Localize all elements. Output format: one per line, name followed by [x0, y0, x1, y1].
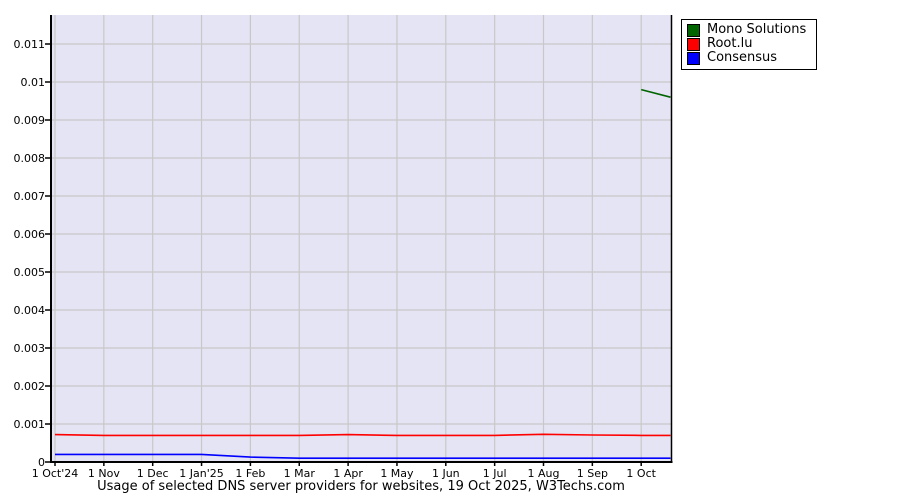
legend-item: Root.lu	[687, 37, 806, 51]
legend-item: Mono Solutions	[687, 23, 806, 37]
y-tick-label: 0.009	[13, 113, 46, 127]
y-tick-label: 0.005	[13, 265, 46, 279]
y-tick-label: 0.003	[13, 341, 46, 355]
y-tick-label: 0.008	[13, 151, 46, 165]
chart-title: Usage of selected DNS server providers f…	[97, 479, 625, 494]
y-tick-label: 0.002	[13, 379, 46, 393]
y-tick-label: 0.001	[13, 417, 46, 431]
legend-swatch-icon	[687, 51, 700, 65]
plot-area	[45, 15, 673, 466]
y-tick-label: 0.006	[13, 227, 46, 241]
y-tick-label: 0.011	[13, 37, 46, 51]
dns-usage-chart: 0 0.001 0.002 0.003 0.004 0.005 0.006 0.007 0.00…	[0, 0, 900, 500]
y-tick-label: 0.007	[13, 189, 46, 203]
y-tick-label: 0.01	[20, 75, 46, 89]
legend-swatch-icon	[687, 23, 700, 37]
legend-swatch-icon	[687, 37, 700, 51]
y-tick-label: 0.004	[13, 303, 46, 317]
legend-item: Consensus	[687, 51, 806, 65]
legend-label: Mono Solutions	[707, 22, 807, 37]
legend-label: Consensus	[707, 50, 778, 65]
chart-legend: Mono Solutions Root.lu Consensus	[681, 19, 818, 70]
legend-label: Root.lu	[707, 36, 753, 51]
